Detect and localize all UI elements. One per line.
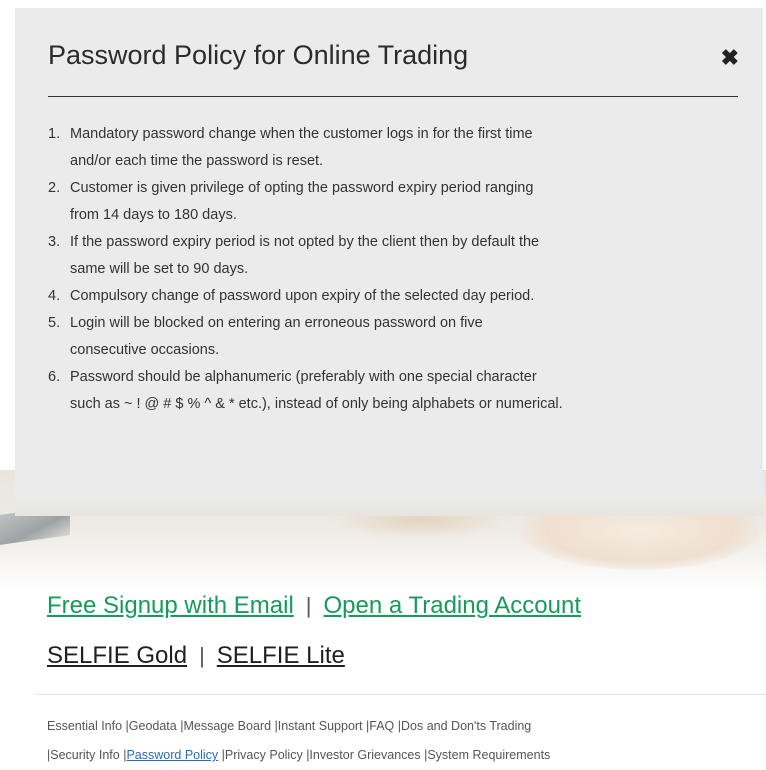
footer-link-privacy-policy[interactable]: |Privacy Policy bbox=[222, 748, 303, 762]
footer-row-1: Essential Info |Geodata |Message Board |… bbox=[47, 712, 762, 741]
footer-link-message-board[interactable]: |Message Board bbox=[180, 719, 271, 733]
selfie-gold-link[interactable]: SELFIE Gold bbox=[47, 642, 187, 669]
policy-item-number: 1. bbox=[48, 126, 61, 142]
policy-item-line: Compulsory change of password upon expir… bbox=[70, 288, 535, 304]
footer-link-security-info[interactable]: |Security Info bbox=[47, 748, 120, 762]
close-icon[interactable]: ✖ bbox=[721, 47, 739, 69]
selfie-lite-link[interactable]: SELFIE Lite bbox=[217, 642, 345, 669]
footer-link-password-policy[interactable]: Password Policy bbox=[126, 748, 218, 762]
policy-item-line: Customer is given privilege of opting th… bbox=[70, 180, 534, 196]
policy-item-line: such as ~ ! @ # $ % ^ & * etc.), instead… bbox=[70, 396, 563, 412]
footer-link-geodata[interactable]: |Geodata bbox=[126, 719, 177, 733]
policy-item-number: 3. bbox=[48, 234, 61, 250]
policy-item-number: 5. bbox=[48, 315, 61, 331]
policy-item-number: 6. bbox=[48, 369, 61, 385]
password-policy-modal: Password Policy for Online Trading ✖ 1. M… bbox=[15, 8, 763, 516]
policy-item-line: Login will be blocked on entering an err… bbox=[70, 315, 483, 331]
policy-item-number: 2. bbox=[48, 180, 61, 196]
policy-item: 6. Password should be alphanumeric (prefe… bbox=[48, 364, 738, 418]
footer-link-essential-info[interactable]: Essential Info bbox=[47, 719, 122, 733]
policy-item: 5. Login will be blocked on entering an e… bbox=[48, 310, 738, 364]
policy-item-line: same will be set to 90 days. bbox=[70, 261, 249, 277]
footer-link-investor-grievances[interactable]: |Investor Grievances bbox=[306, 748, 420, 762]
footer-link-system-requirements[interactable]: |System Requirements bbox=[424, 748, 550, 762]
footer-row-2: |Security Info |Password Policy |Privacy… bbox=[47, 741, 762, 770]
policy-item-line: and/or each time the password is reset. bbox=[70, 153, 324, 169]
policy-item: 3. If the password expiry period is not o… bbox=[48, 229, 738, 283]
policy-item-line: from 14 days to 180 days. bbox=[70, 207, 237, 223]
signup-row: Free Signup with Email | Open a Trading Ac… bbox=[47, 592, 581, 620]
policy-item-line: If the password expiry period is not opt… bbox=[70, 234, 540, 250]
policy-item-number: 4. bbox=[48, 288, 61, 304]
policy-item: 4. Compulsory change of password upon exp… bbox=[48, 283, 738, 310]
policy-list: 1. Mandatory password change when the cus… bbox=[48, 121, 738, 418]
footer-link-dos-donts[interactable]: |Dos and Don'ts Trading bbox=[398, 719, 531, 733]
footer-links: Essential Info |Geodata |Message Board |… bbox=[47, 712, 762, 770]
policy-item-line: Password should be alphanumeric (prefera… bbox=[70, 369, 537, 385]
policy-item: 1. Mandatory password change when the cus… bbox=[48, 121, 738, 175]
policy-item: 2. Customer is given privilege of opting … bbox=[48, 175, 738, 229]
footer-link-faq[interactable]: |FAQ bbox=[366, 719, 394, 733]
policy-item-line: Mandatory password change when the custo… bbox=[70, 126, 533, 142]
separator: | bbox=[199, 643, 205, 668]
modal-title: Password Policy for Online Trading bbox=[48, 40, 469, 70]
free-signup-link[interactable]: Free Signup with Email bbox=[47, 592, 294, 619]
modal-header: Password Policy for Online Trading ✖ bbox=[48, 38, 739, 97]
footer-divider bbox=[35, 694, 766, 695]
modal-scroll-fade bbox=[15, 496, 763, 516]
footer-link-instant-support[interactable]: |Instant Support bbox=[275, 719, 363, 733]
selfie-row: SELFIE Gold | SELFIE Lite bbox=[47, 642, 345, 670]
separator: | bbox=[305, 593, 312, 618]
policy-item-line: consecutive occasions. bbox=[70, 342, 220, 358]
open-trading-account-link[interactable]: Open a Trading Account bbox=[324, 592, 582, 619]
